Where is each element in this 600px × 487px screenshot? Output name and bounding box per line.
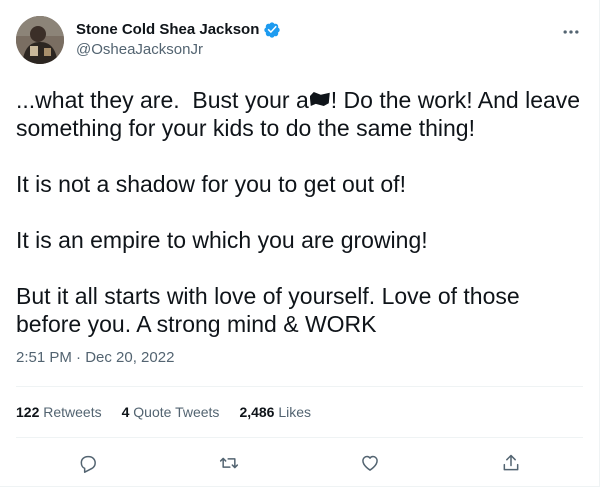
verified-badge-icon xyxy=(263,21,281,39)
quote-tweets-count: 4 xyxy=(121,404,130,420)
heart-icon xyxy=(362,455,378,471)
likes-stat[interactable]: 2,486 Likes xyxy=(239,402,311,422)
retweets-label: Retweets xyxy=(43,404,102,420)
redaction-mark xyxy=(309,92,330,106)
likes-count: 2,486 xyxy=(239,404,275,420)
tweet-actions-bar xyxy=(0,448,600,478)
quote-tweets-label: Quote Tweets xyxy=(133,404,220,420)
tweet-paragraph: It is not a shadow for you to get out of… xyxy=(16,171,406,197)
tweet-text-segment: ...what they are. Bust your a xyxy=(16,87,309,113)
tweet-paragraph: But it all starts with love of yourself.… xyxy=(16,283,527,337)
share-icon xyxy=(503,454,519,471)
retweets-count: 122 xyxy=(16,404,40,420)
display-name-row[interactable]: Stone Cold Shea Jackson xyxy=(76,20,281,40)
retweets-stat[interactable]: 122 Retweets xyxy=(16,402,102,422)
divider xyxy=(16,386,583,387)
like-button[interactable] xyxy=(355,448,385,478)
avatar[interactable] xyxy=(16,16,64,64)
retweet-icon xyxy=(219,457,239,469)
display-name[interactable]: Stone Cold Shea Jackson xyxy=(76,20,259,40)
divider xyxy=(16,437,583,438)
tweet-text: ...what they are. Bust your a! Do the wo… xyxy=(16,86,584,338)
more-horizontal-icon xyxy=(563,30,579,34)
tweet-paragraph: ...what they are. Bust your a! Do the wo… xyxy=(16,86,584,142)
reply-button[interactable] xyxy=(73,448,103,478)
engagement-stats: 122 Retweets 4 Quote Tweets 2,486 Likes xyxy=(16,402,311,422)
tweet-card: Stone Cold Shea Jackson @OsheaJacksonJr … xyxy=(0,0,600,487)
likes-label: Likes xyxy=(278,404,312,420)
avatar-image xyxy=(16,16,64,64)
retweet-button[interactable] xyxy=(214,448,244,478)
tweet-timestamp[interactable]: 2:51 PM · Dec 20, 2022 xyxy=(16,348,174,368)
more-options-button[interactable] xyxy=(561,22,581,42)
quote-tweets-stat[interactable]: 4 Quote Tweets xyxy=(122,402,220,422)
author-handle[interactable]: @OsheaJacksonJr xyxy=(76,40,203,60)
share-button[interactable] xyxy=(496,448,526,478)
reply-icon xyxy=(80,455,96,473)
tweet-paragraph: It is an empire to which you are growing… xyxy=(16,227,428,253)
